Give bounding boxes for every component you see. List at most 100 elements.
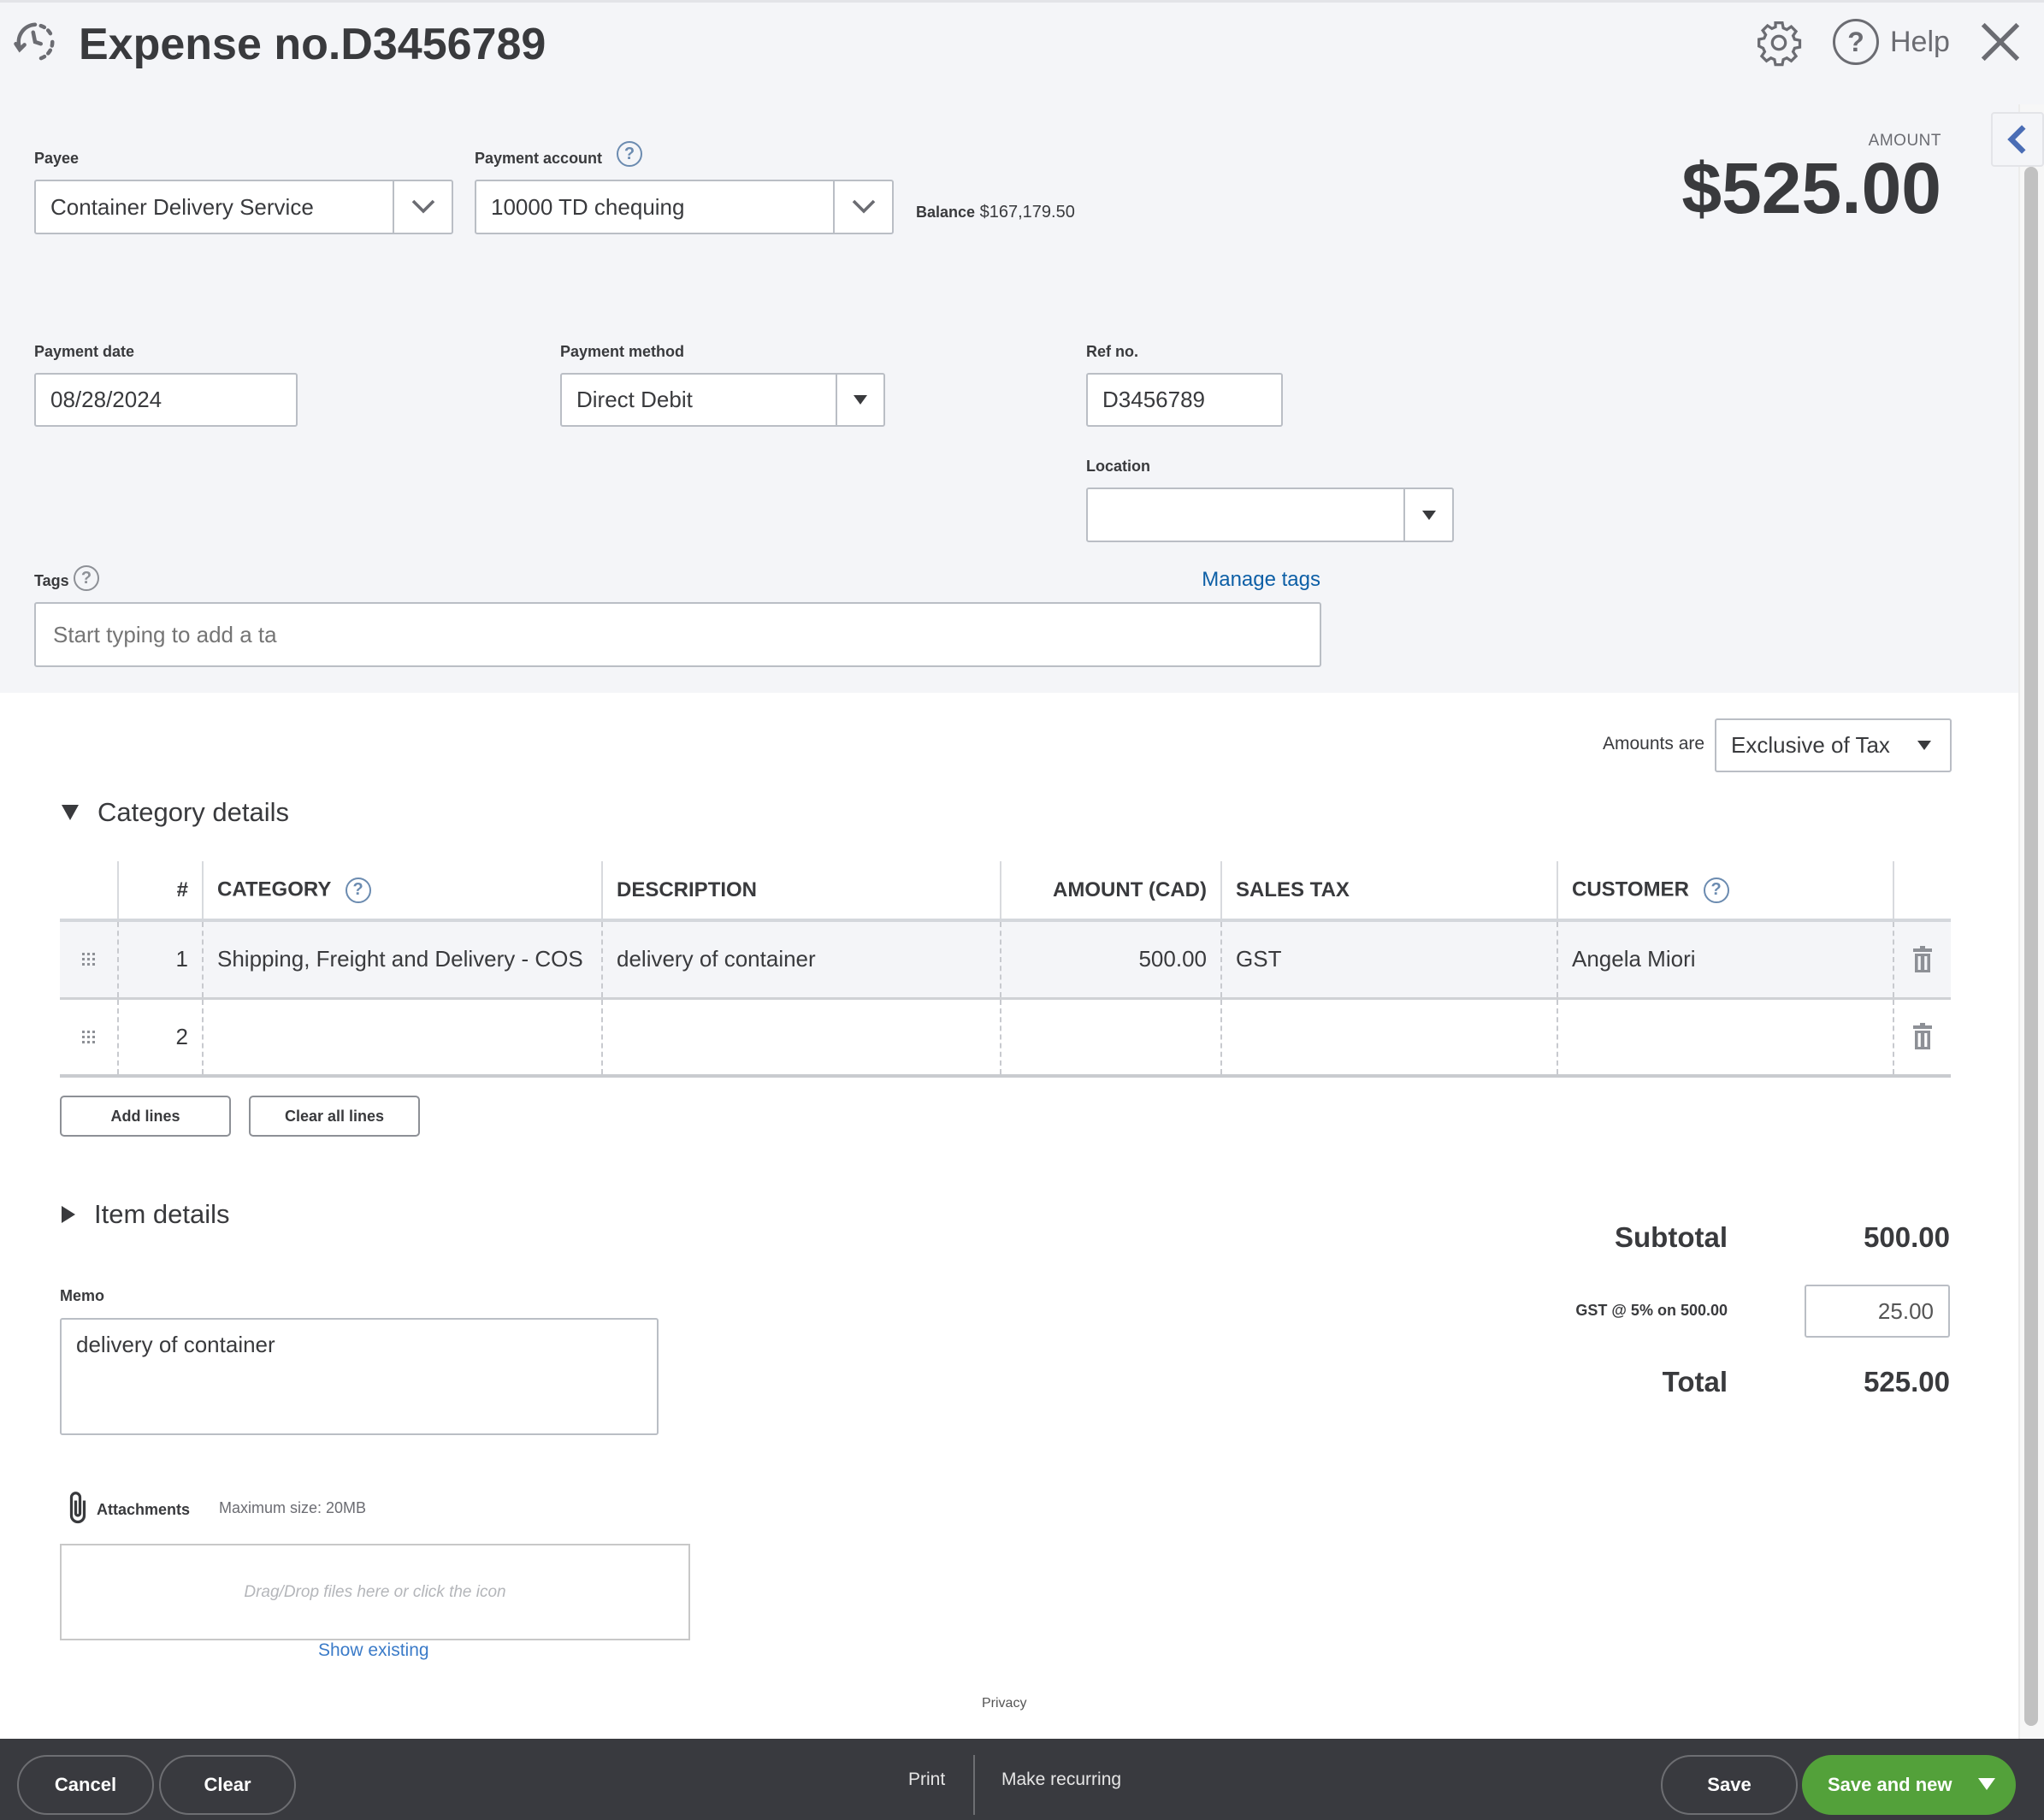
column-header-amount: AMOUNT (CAD) <box>1000 861 1221 922</box>
delete-column-header <box>1893 861 1951 922</box>
column-header-sales-tax: SALES TAX <box>1220 861 1557 922</box>
triangle-down-icon <box>62 805 79 820</box>
attachment-dropzone[interactable]: Drag/Drop files here or click the icon <box>60 1544 690 1640</box>
category-details-toggle[interactable]: Category details <box>62 797 289 828</box>
subtotal-value: 500.00 <box>1864 1221 1950 1253</box>
ref-no-label: Ref no. <box>1086 343 1138 360</box>
history-clock-icon[interactable] <box>12 19 58 65</box>
tags-input[interactable] <box>34 602 1321 667</box>
category-cell[interactable]: Shipping, Freight and Delivery - COS <box>202 920 602 1000</box>
attachments-max-size: Maximum size: 20MB <box>219 1499 367 1516</box>
gear-icon[interactable] <box>1755 19 1803 67</box>
payment-date-input[interactable]: 08/28/2024 <box>34 373 298 427</box>
line-number: 2 <box>117 998 203 1078</box>
description-cell[interactable]: delivery of container <box>601 920 1001 1000</box>
show-existing-link[interactable]: Show existing <box>318 1640 429 1661</box>
amount-value: $525.00 <box>1681 148 1941 228</box>
category-details-title: Category details <box>97 797 290 827</box>
amount-cell[interactable]: 500.00 <box>1000 920 1221 1000</box>
sales-tax-cell[interactable] <box>1220 998 1557 1078</box>
clear-all-lines-button[interactable]: Clear all lines <box>249 1096 420 1137</box>
category-cell[interactable] <box>202 998 602 1078</box>
column-header-description: DESCRIPTION <box>601 861 1001 922</box>
table-header-row: # CATEGORY ? DESCRIPTION AMOUNT (CAD) SA… <box>60 861 1951 922</box>
customer-cell[interactable] <box>1557 998 1893 1078</box>
customer-help-icon[interactable]: ? <box>1703 877 1729 903</box>
location-select[interactable] <box>1086 488 1454 542</box>
payment-date-label: Payment date <box>34 343 135 360</box>
tags-help-icon[interactable]: ? <box>74 565 99 591</box>
total-value: 525.00 <box>1864 1366 1950 1398</box>
table-row[interactable]: 1 Shipping, Freight and Delivery - COS d… <box>60 920 1951 1000</box>
amounts-are-label: Amounts are <box>1603 734 1705 753</box>
payment-method-select[interactable]: Direct Debit <box>560 373 885 427</box>
category-table: # CATEGORY ? DESCRIPTION AMOUNT (CAD) SA… <box>60 861 1951 1078</box>
footer-divider <box>973 1755 975 1815</box>
payment-method-value: Direct Debit <box>576 387 693 412</box>
delete-line-button[interactable] <box>1893 920 1951 1000</box>
subtotal-label: Subtotal <box>1615 1221 1728 1253</box>
payment-date-value: 08/28/2024 <box>50 387 162 412</box>
amounts-are-value: Exclusive of Tax <box>1731 732 1890 758</box>
chevron-down-icon[interactable] <box>835 181 892 233</box>
add-lines-button[interactable]: Add lines <box>60 1096 231 1137</box>
trash-icon <box>1913 945 1932 972</box>
tax-amount-value: 25.00 <box>1877 1297 1934 1324</box>
save-and-new-label: Save and new <box>1828 1774 1952 1795</box>
description-cell[interactable] <box>601 998 1001 1078</box>
chevron-down-icon[interactable] <box>394 181 452 233</box>
caret-down-icon[interactable] <box>837 375 883 425</box>
manage-tags-link[interactable]: Manage tags <box>1202 568 1320 592</box>
payment-account-label: Payment account <box>475 150 603 167</box>
balance-label: Balance <box>916 204 976 221</box>
close-icon[interactable] <box>1977 19 2023 65</box>
make-recurring-link[interactable]: Make recurring <box>1001 1770 1121 1790</box>
amount-cell[interactable] <box>1000 998 1221 1078</box>
delete-line-button[interactable] <box>1893 998 1951 1078</box>
amounts-are-select[interactable]: Exclusive of Tax <box>1715 718 1952 772</box>
paperclip-icon <box>69 1492 86 1524</box>
save-button[interactable]: Save <box>1661 1755 1798 1815</box>
header-form-area <box>0 0 2044 693</box>
balance-value: $167,179.50 <box>979 203 1075 222</box>
memo-label: Memo <box>60 1287 105 1304</box>
scrollbar-thumb[interactable] <box>2024 167 2038 1726</box>
caret-down-icon[interactable] <box>1978 1778 1995 1790</box>
customer-cell[interactable]: Angela Miori <box>1557 920 1893 1000</box>
payee-value: Container Delivery Service <box>50 193 314 220</box>
clear-button[interactable]: Clear <box>159 1755 296 1815</box>
item-details-title: Item details <box>94 1199 230 1229</box>
save-and-new-button[interactable]: Save and new <box>1802 1755 2016 1815</box>
column-header-customer: CUSTOMER ? <box>1557 861 1893 922</box>
payment-account-help-icon[interactable]: ? <box>617 141 642 167</box>
drag-column-header <box>60 861 118 922</box>
ref-no-input[interactable]: D3456789 <box>1086 373 1283 427</box>
caret-down-icon <box>1917 720 1931 771</box>
memo-textarea[interactable]: delivery of container <box>60 1318 659 1435</box>
cancel-button[interactable]: Cancel <box>17 1755 154 1815</box>
drag-handle-icon <box>74 953 103 966</box>
payment-account-select[interactable]: 10000 TD chequing <box>475 180 894 234</box>
location-label: Location <box>1086 458 1150 475</box>
drag-handle[interactable] <box>60 920 118 1000</box>
print-link[interactable]: Print <box>908 1770 945 1790</box>
privacy-link[interactable]: Privacy <box>982 1696 1026 1711</box>
tags-label: Tags <box>34 572 69 589</box>
table-row[interactable]: 2 <box>60 998 1951 1078</box>
collapse-panel-button[interactable] <box>1991 112 2044 167</box>
sales-tax-cell[interactable]: GST <box>1220 920 1557 1000</box>
column-header-number: # <box>117 861 203 922</box>
payment-account-value: 10000 TD chequing <box>491 193 685 220</box>
ref-no-value: D3456789 <box>1102 387 1205 412</box>
caret-down-icon[interactable] <box>1405 489 1452 541</box>
total-label: Total <box>1662 1366 1728 1398</box>
tax-amount-input[interactable]: 25.00 <box>1805 1285 1950 1338</box>
help-link[interactable]: Help <box>1890 22 1950 62</box>
item-details-toggle[interactable]: Item details <box>62 1199 230 1230</box>
help-icon[interactable]: ? <box>1833 19 1879 65</box>
payee-select[interactable]: Container Delivery Service <box>34 180 453 234</box>
drag-handle-icon <box>74 1030 103 1043</box>
category-help-icon[interactable]: ? <box>345 877 371 903</box>
drag-handle[interactable] <box>60 998 118 1078</box>
chevron-left-icon <box>2007 125 2026 154</box>
